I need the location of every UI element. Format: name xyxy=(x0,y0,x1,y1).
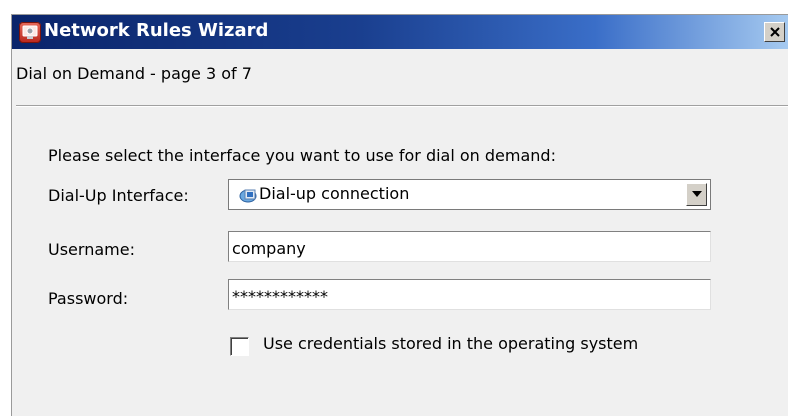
wizard-window: Network Rules Wizard Dial on Demand - pa… xyxy=(11,14,788,416)
dialup-interface-value: Dial-up connection xyxy=(259,184,410,203)
username-label: Username: xyxy=(48,240,135,259)
instruction-text: Please select the interface you want to … xyxy=(48,146,556,165)
title-bar[interactable]: Network Rules Wizard xyxy=(12,15,788,49)
username-input[interactable] xyxy=(228,231,711,262)
use-credentials-checkbox[interactable] xyxy=(230,337,249,356)
header-divider xyxy=(16,105,788,107)
use-credentials-label[interactable]: Use credentials stored in the operating … xyxy=(263,334,638,353)
wizard-header: Dial on Demand - page 3 of 7 xyxy=(12,49,788,105)
close-button[interactable] xyxy=(764,22,785,42)
password-input[interactable] xyxy=(228,279,711,310)
dialup-connection-icon xyxy=(239,189,257,203)
page-title: Dial on Demand - page 3 of 7 xyxy=(16,64,252,83)
password-label: Password: xyxy=(48,289,129,308)
wizard-app-icon xyxy=(19,22,41,43)
dialup-interface-label: Dial-Up Interface: xyxy=(48,186,189,205)
window-title: Network Rules Wizard xyxy=(44,20,269,41)
dialup-interface-select[interactable]: Dial-up connection xyxy=(228,179,711,210)
close-icon xyxy=(770,27,780,37)
chevron-down-icon xyxy=(692,191,702,197)
dropdown-button[interactable] xyxy=(686,183,707,206)
